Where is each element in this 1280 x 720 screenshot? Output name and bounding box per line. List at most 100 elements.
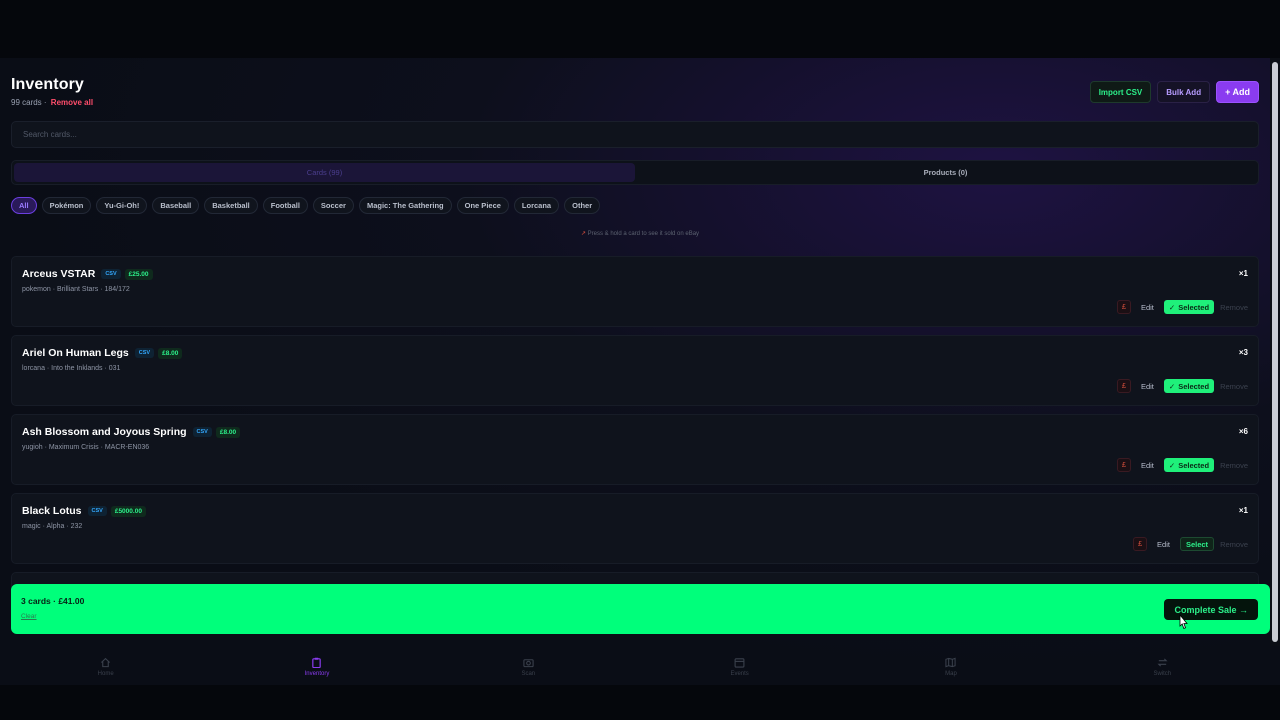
scrollbar[interactable] (1270, 58, 1280, 646)
quantity-badge: ×3 (1238, 348, 1248, 357)
tab-products[interactable]: Products (0) (635, 163, 1256, 182)
card-row[interactable]: Ash Blossom and Joyous Spring CSV £8.00 yu… (11, 414, 1259, 485)
map-icon (945, 657, 957, 669)
sale-bar: 3 cards · £41.00 Clear Complete Sale → (11, 584, 1270, 634)
clear-selection-link[interactable]: Clear (21, 613, 37, 620)
card-name-row: Black Lotus CSV £5000.00 (22, 505, 146, 517)
row-actions: £ Edit ✓ Selected Remove (1116, 379, 1248, 393)
card-name-row: Arceus VSTAR CSV £25.00 (22, 268, 153, 280)
card-name-row: Ariel On Human Legs CSV £8.00 (22, 347, 183, 359)
nav-label: Map (945, 670, 957, 677)
tab-cards[interactable]: Cards (99) (14, 163, 635, 182)
row-actions: £ Edit Select Remove (1133, 537, 1248, 551)
ebay-hint: ↗ Press & hold a card to see it sold on … (0, 230, 1280, 237)
price-lookup-button[interactable]: £ (1116, 458, 1131, 472)
filter-chip-yugioh[interactable]: Yu-Gi-Oh! (96, 197, 148, 214)
app-window: Inventory 99 cards · Remove all Import C… (0, 58, 1280, 685)
nav-label: Events (730, 670, 749, 677)
camera-icon (522, 657, 534, 669)
filter-chip-one-piece[interactable]: One Piece (456, 197, 509, 214)
selected-button[interactable]: ✓ Selected (1163, 379, 1215, 393)
remove-button[interactable]: Remove (1220, 303, 1248, 312)
remove-all-link[interactable]: Remove all (51, 98, 93, 107)
quantity-badge: ×1 (1238, 269, 1248, 278)
remove-button[interactable]: Remove (1220, 461, 1248, 470)
selected-button[interactable]: ✓ Selected (1163, 458, 1215, 472)
nav-item-home[interactable]: Home (0, 648, 211, 685)
home-icon (100, 657, 112, 669)
price-badge: £8.00 (215, 427, 241, 438)
tab-bar: Cards (99) Products (0) (11, 160, 1259, 185)
remove-button[interactable]: Remove (1220, 540, 1248, 549)
nav-label: Home (97, 670, 114, 677)
row-actions: £ Edit ✓ Selected Remove (1116, 300, 1248, 314)
card-name: Black Lotus (22, 505, 82, 517)
nav-item-scan[interactable]: Scan (423, 648, 634, 685)
row-actions: £ Edit ✓ Selected Remove (1116, 458, 1248, 472)
filter-chip-lorcana[interactable]: Lorcana (513, 197, 560, 214)
edit-button[interactable]: Edit (1137, 379, 1158, 393)
card-count: 99 cards · Remove all (11, 98, 93, 107)
card-meta: yugioh · Maximum Crisis · MACR-EN036 (22, 444, 150, 451)
csv-badge: CSV (192, 427, 212, 437)
csv-badge: CSV (101, 269, 121, 279)
add-button[interactable]: + Add (1216, 81, 1259, 103)
card-meta: magic · Alpha · 232 (22, 523, 83, 530)
selected-button[interactable]: ✓ Selected (1163, 300, 1215, 314)
nav-item-map[interactable]: Map (845, 648, 1056, 685)
price-lookup-button[interactable]: £ (1116, 379, 1131, 393)
filter-chip-all[interactable]: All (11, 197, 37, 214)
edit-button[interactable]: Edit (1137, 300, 1158, 314)
check-icon: ✓ (1168, 381, 1176, 391)
calendar-icon (734, 657, 746, 669)
import-csv-button[interactable]: Import CSV (1089, 81, 1152, 103)
nav-label: Scan (521, 670, 536, 677)
check-icon: ✓ (1168, 302, 1176, 312)
card-meta: lorcana · Into the Inklands · 031 (22, 365, 121, 372)
nav-label: Switch (1153, 670, 1172, 677)
sale-summary: 3 cards · £41.00 (21, 596, 85, 606)
card-name-row: Ash Blossom and Joyous Spring CSV £8.00 (22, 426, 241, 438)
edit-button[interactable]: Edit (1137, 458, 1158, 472)
select-button[interactable]: Select (1179, 537, 1215, 551)
mouse-cursor-icon (1179, 614, 1188, 630)
search-input[interactable] (11, 121, 1259, 148)
card-row[interactable]: Black Lotus CSV £5000.00 magic · Alpha · 2… (11, 493, 1259, 564)
filter-chip-pokemon[interactable]: Pokémon (41, 197, 92, 214)
header-actions: Import CSV Bulk Add + Add (1089, 81, 1259, 103)
nav-item-inventory[interactable]: Inventory (211, 648, 422, 685)
nav-item-switch[interactable]: Switch (1057, 648, 1268, 685)
price-badge: £25.00 (124, 269, 153, 280)
filter-chip-football[interactable]: Football (262, 197, 308, 214)
nav-item-events[interactable]: Events (634, 648, 845, 685)
card-row[interactable]: Arceus VSTAR CSV £25.00 pokemon · Brillian… (11, 256, 1259, 327)
quantity-badge: ×6 (1238, 427, 1248, 436)
edit-button[interactable]: Edit (1153, 537, 1174, 551)
card-meta: pokemon · Brilliant Stars · 184/172 (22, 286, 130, 293)
ebay-hint-text: Press & hold a card to see it sold on eB… (585, 231, 700, 237)
filter-chip-basketball[interactable]: Basketball (204, 197, 258, 214)
filter-chip-other[interactable]: Other (564, 197, 601, 214)
card-name: Ash Blossom and Joyous Spring (22, 426, 187, 438)
price-badge: £8.00 (158, 348, 183, 359)
clipboard-icon (311, 657, 323, 669)
csv-badge: CSV (134, 348, 155, 358)
card-row[interactable]: Ariel On Human Legs CSV £8.00 lorcana · In… (11, 335, 1259, 406)
nav-label: Inventory (304, 670, 330, 677)
scrollbar-thumb[interactable] (1272, 62, 1278, 642)
selected-label: Selected (1178, 460, 1210, 470)
bulk-add-button[interactable]: Bulk Add (1157, 81, 1211, 103)
page-title: Inventory (11, 76, 84, 93)
filter-chip-magic[interactable]: Magic: The Gathering (358, 197, 452, 214)
card-name: Ariel On Human Legs (22, 347, 129, 359)
remove-button[interactable]: Remove (1220, 382, 1248, 391)
footer-background (0, 685, 1280, 720)
price-lookup-button[interactable]: £ (1133, 537, 1148, 551)
selected-label: Selected (1178, 302, 1210, 312)
category-filters: All Pokémon Yu-Gi-Oh! Baseball Basketbal… (11, 197, 601, 214)
price-lookup-button[interactable]: £ (1116, 300, 1131, 314)
quantity-badge: ×1 (1238, 506, 1248, 515)
selected-label: Selected (1178, 381, 1210, 391)
filter-chip-baseball[interactable]: Baseball (152, 197, 200, 214)
filter-chip-soccer[interactable]: Soccer (312, 197, 354, 214)
